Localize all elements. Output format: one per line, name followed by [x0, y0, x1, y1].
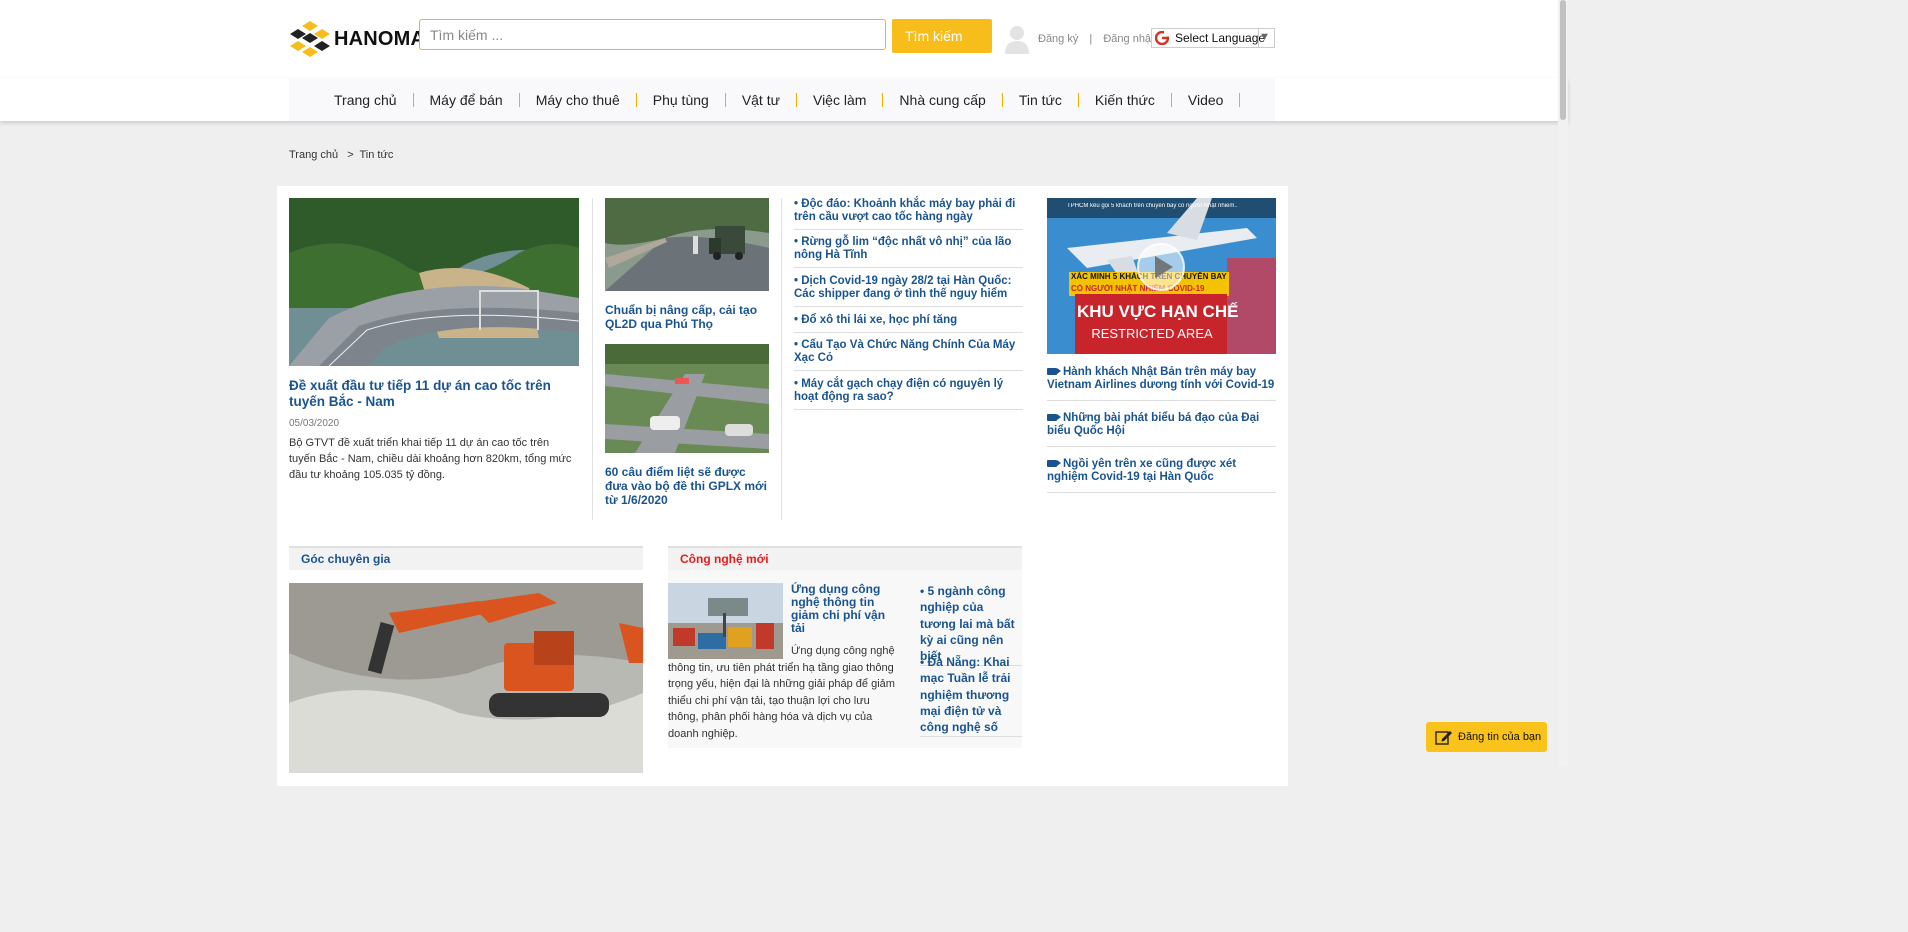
breadcrumb: Trang chủ > Tin tức: [289, 149, 393, 161]
logo-text: HANOMA: [334, 27, 426, 50]
nav-item-knowledge[interactable]: Kiến thức: [1079, 92, 1172, 107]
featured-title[interactable]: Đề xuất đầu tư tiếp 11 dự án cao tốc trê…: [289, 378, 579, 410]
language-select[interactable]: Select Language ▼: [1151, 28, 1275, 48]
breadcrumb-home[interactable]: Trang chủ: [289, 149, 338, 161]
language-label: Select Language: [1175, 31, 1266, 45]
nav-item-parts[interactable]: Phụ tùng: [637, 92, 726, 107]
news-list-item[interactable]: • Rừng gỗ lim “độc nhất vô nhị” của lão …: [794, 236, 1023, 268]
nav-item-supplies[interactable]: Vật tư: [726, 92, 797, 107]
column-divider: [781, 198, 782, 520]
search-button[interactable]: Tìm kiếm: [892, 19, 992, 53]
login-link[interactable]: Đăng nhập: [1103, 33, 1157, 45]
post-listing-label: Đăng tin của bạn: [1458, 731, 1542, 743]
video-list-label: Hành khách Nhật Bản trên máy bay Vietnam…: [1047, 366, 1275, 391]
expert-image[interactable]: [289, 583, 643, 773]
featured-desc: Bộ GTVT đề xuất triển khai tiếp 11 dự án…: [289, 437, 572, 481]
video-camera-icon: [1047, 460, 1061, 468]
news-list-item[interactable]: • Dịch Covid-19 ngày 28/2 tại Hàn Quốc: …: [794, 275, 1023, 307]
video-list-label: Ngồi yên trên xe cũng được xét nghiệm Co…: [1047, 458, 1237, 483]
dropdown-arrow-icon: ▼: [1259, 31, 1270, 43]
breadcrumb-separator: >: [347, 149, 354, 161]
logo[interactable]: HANOMA: [290, 19, 425, 59]
news-list-item[interactable]: • Đổ xô thi lái xe, học phí tăng: [794, 314, 1023, 333]
featured-image[interactable]: [289, 198, 579, 366]
featured-date: 05/03/2020: [289, 418, 340, 429]
nav-item-home[interactable]: Trang chủ: [334, 92, 414, 107]
video-thumb-sign2: RESTRICTED AREA: [1091, 326, 1213, 341]
nav-item-for-sale[interactable]: Máy để bán: [414, 92, 520, 107]
video-list-item[interactable]: Những bài phát biểu bá đạo của Đại biểu …: [1047, 412, 1276, 447]
breadcrumb-current[interactable]: Tin tức: [359, 149, 393, 161]
tech-main-title[interactable]: Ứng dụng công nghệ thông tin giảm chi ph…: [791, 583, 887, 635]
news-list-item[interactable]: • Máy cắt gạch chạy điện có nguyên lý ho…: [794, 378, 1023, 410]
play-icon[interactable]: [1136, 242, 1186, 292]
video-camera-icon: [1047, 414, 1061, 422]
video-list-item[interactable]: Ngồi yên trên xe cũng được xét nghiệm Co…: [1047, 458, 1276, 493]
video-thumb-sign1: KHU VỰC HẠN CHẾ: [1077, 302, 1239, 321]
middle-image-1[interactable]: [605, 198, 769, 291]
video-list-item[interactable]: Hành khách Nhật Bản trên máy bay Vietnam…: [1047, 366, 1276, 401]
post-listing-button[interactable]: Đăng tin của bạn: [1426, 722, 1547, 752]
news-list-item[interactable]: • Độc đáo: Khoảnh khắc máy bay phải đi t…: [794, 198, 1023, 230]
middle-image-2[interactable]: [605, 344, 769, 453]
auth-separator: |: [1089, 33, 1093, 45]
scrollbar-thumb[interactable]: [1560, 0, 1566, 120]
video-player-title: TPHCM kêu gọi 5 khách trên chuyến bay có…: [1067, 203, 1237, 209]
section-expert-header[interactable]: Góc chuyên gia: [289, 546, 643, 570]
video-camera-icon: [1047, 368, 1061, 376]
news-list-item[interactable]: • Cấu Tạo Và Chức Năng Chính Của Máy Xạc…: [794, 339, 1023, 371]
nav-item-news[interactable]: Tin tức: [1003, 92, 1079, 107]
tech-side-item[interactable]: • Đà Nẵng: Khai mạc Tuần lễ trải nghiệm …: [920, 654, 1022, 738]
nav-item-suppliers[interactable]: Nhà cung cấp: [883, 92, 1003, 107]
nav-item-video[interactable]: Video: [1172, 92, 1241, 107]
search-input[interactable]: [419, 19, 886, 50]
middle-title-2[interactable]: 60 câu điểm liệt sẽ được đưa vào bộ đề t…: [605, 465, 769, 507]
video-list-label: Những bài phát biểu bá đạo của Đại biểu …: [1047, 412, 1260, 437]
tech-main-desc: Ứng dụng công nghệ thông tin, ưu tiên ph…: [668, 645, 895, 740]
middle-title-1[interactable]: Chuẩn bị nâng cấp, cải tạo QL2D qua Phú …: [605, 303, 769, 331]
section-tech-header[interactable]: Công nghệ mới: [668, 546, 1022, 570]
column-divider: [592, 198, 593, 520]
hanoma-logo-icon: [290, 21, 330, 57]
google-translate-icon: [1155, 31, 1169, 45]
nav-list: Trang chủ Máy để bán Máy cho thuê Phụ tù…: [334, 78, 1241, 121]
register-link[interactable]: Đăng ký: [1038, 33, 1078, 45]
nav-item-for-rent[interactable]: Máy cho thuê: [520, 92, 637, 107]
main-nav: Trang chủ Máy để bán Máy cho thuê Phụ tù…: [0, 78, 1568, 121]
nav-item-jobs[interactable]: Việc làm: [797, 92, 884, 107]
user-avatar-icon: [1005, 26, 1029, 54]
video-player[interactable]: TPHCM kêu gọi 5 khách trên chuyến bay có…: [1047, 198, 1276, 354]
auth-links: Đăng ký | Đăng nhập: [1038, 33, 1157, 45]
edit-icon: [1435, 731, 1452, 745]
